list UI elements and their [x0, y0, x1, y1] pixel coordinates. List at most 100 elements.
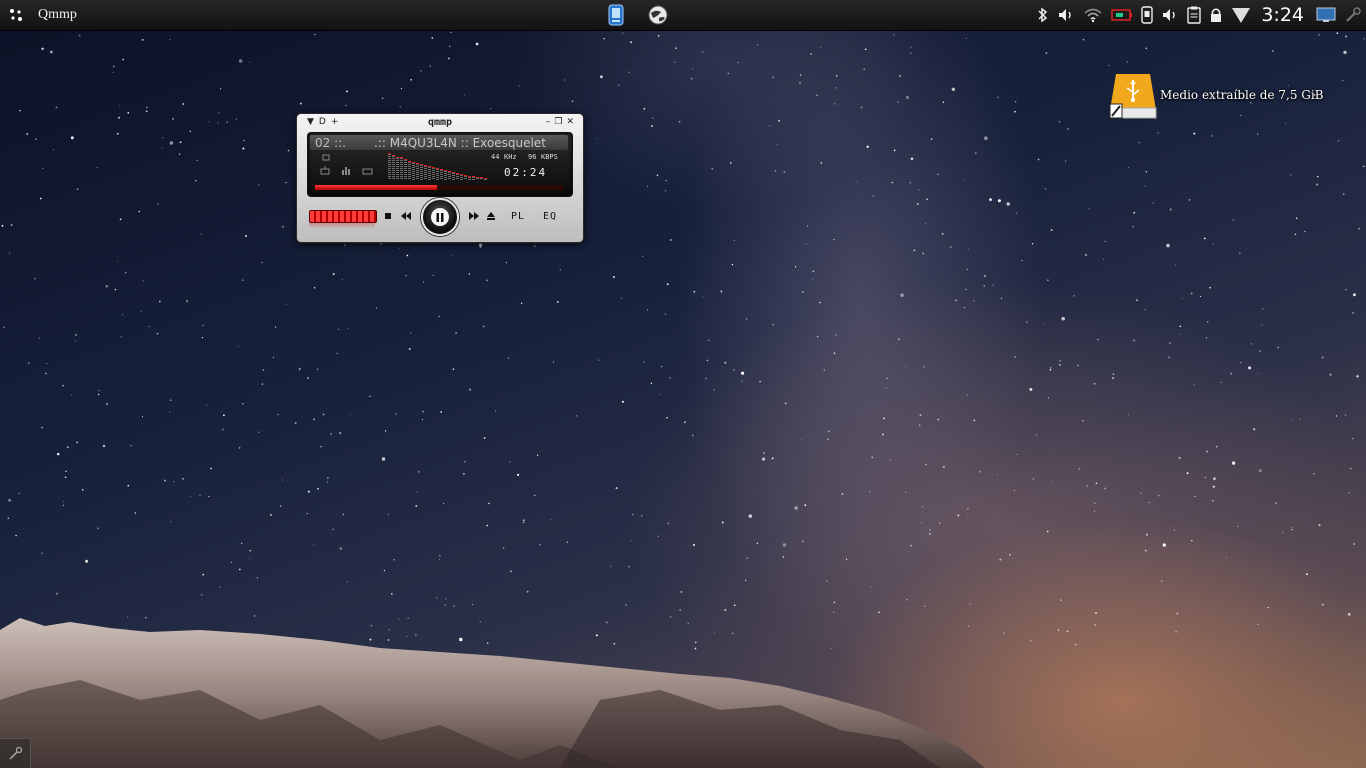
visualizer-bar-segment	[416, 170, 419, 171]
visualizer-bar-segment	[388, 176, 391, 177]
menu-launcher-icon[interactable]	[6, 5, 26, 25]
bottom-left-corner-button[interactable]	[0, 738, 31, 768]
visualizer-bar-segment	[408, 174, 411, 175]
bluetooth-icon[interactable]	[1033, 0, 1053, 30]
visualizer-bar-segment	[412, 173, 415, 174]
visualizer-bar-segment	[436, 175, 439, 176]
play-pause-button[interactable]	[421, 198, 459, 236]
usb-drive-desktop-icon[interactable]: Medio extraíble de 7,5 GiB	[1108, 70, 1338, 120]
visualizer-bar-segment	[440, 178, 443, 179]
visualizer-peak	[412, 162, 415, 163]
taskbar-icons	[604, 3, 670, 27]
visualizer-bar-segment	[436, 171, 439, 172]
visualizer-bar-segment	[396, 178, 399, 179]
visualizer-bar-segment	[392, 166, 395, 167]
qmmp-player-window[interactable]: ▼ D + qmmp – ❐ ✕ 02 ::. .:: M4QU3L4N :: …	[296, 113, 584, 243]
visualizer-bar-segment	[420, 177, 423, 178]
settings-wrench-icon[interactable]	[1340, 0, 1366, 30]
visualizer-bar-segment	[412, 171, 415, 172]
visualizer-bar-segment	[396, 162, 399, 163]
visualizer-bar-segment	[472, 177, 475, 178]
visualizer-bar-segment	[392, 158, 395, 159]
visualizer-bar-segment	[404, 164, 407, 165]
visualizer-bar-segment	[420, 173, 423, 174]
stop-button[interactable]	[383, 208, 393, 224]
minimize-icon[interactable]: –	[546, 117, 551, 127]
visualizer-bar-segment	[432, 176, 435, 177]
visualizer-bar-segment	[392, 172, 395, 173]
clipboard-icon[interactable]	[1183, 0, 1205, 30]
visualizer-peak	[480, 177, 483, 178]
visualizer-bar-segment	[412, 169, 415, 170]
visualizer-bar-segment	[424, 166, 427, 167]
visualizer-bar-segment	[388, 158, 391, 159]
visualizer-bar-segment	[416, 164, 419, 165]
visualizer-bar-segment	[392, 176, 395, 177]
previous-button[interactable]	[399, 208, 413, 224]
visualizer-bar-segment	[472, 179, 475, 180]
visualizer-bar-segment	[456, 178, 459, 179]
visualizer-bar-segment	[444, 171, 447, 172]
qmmp-titlebar[interactable]: ▼ D + qmmp – ❐ ✕	[297, 114, 583, 131]
clock[interactable]: 3:24	[1255, 4, 1312, 26]
network-signal-icon[interactable]	[1227, 0, 1255, 30]
visualizer-bar-segment	[428, 171, 431, 172]
samplerate-unit: KHz	[504, 153, 517, 161]
visualizer-bar-segment	[388, 160, 391, 161]
next-button[interactable]	[467, 208, 481, 224]
visualizer-bar-segment	[396, 168, 399, 169]
visualizer-bar-segment	[388, 174, 391, 175]
visualizer-bar-segment	[456, 174, 459, 175]
maximize-icon[interactable]: ❐	[554, 117, 562, 127]
visualizer-bar-segment	[388, 172, 391, 173]
visualizer-bar-segment	[424, 176, 427, 177]
visualizer-peak	[456, 173, 459, 174]
visualizer-bar-segment	[392, 178, 395, 179]
visualizer-bar-segment	[388, 154, 391, 155]
visualizer-bar-segment	[408, 172, 411, 173]
file-manager-icon[interactable]	[604, 3, 628, 27]
visualizer-bar-segment	[484, 179, 487, 180]
visualizer-bar-segment	[468, 177, 471, 178]
battery-icon[interactable]	[1107, 0, 1137, 30]
visualizer-bar-segment	[404, 176, 407, 177]
playlist-button[interactable]: PL	[511, 208, 525, 224]
visualizer-bar-segment	[396, 172, 399, 173]
visualizer-bar-segment	[420, 167, 423, 168]
desktop: Qmmp 3:24 Medio extraíble de 7,5 GiB ▼ D…	[0, 0, 1366, 768]
volume-icon[interactable]	[1053, 0, 1079, 30]
equalizer-button[interactable]: EQ	[543, 208, 557, 224]
close-icon[interactable]: ✕	[566, 117, 574, 127]
seek-bar[interactable]	[315, 185, 563, 190]
phone-icon[interactable]	[1137, 0, 1157, 30]
volume-reflection	[309, 223, 375, 229]
visualizer-bar-segment	[452, 173, 455, 174]
visualizer-bar-segment	[460, 177, 463, 178]
visualizer-bar-segment	[408, 162, 411, 163]
visualizer-peak	[424, 165, 427, 166]
visualizer-bar-segment	[452, 175, 455, 176]
visualizer-bar-segment	[404, 160, 407, 161]
visualizer-bar-segment	[428, 177, 431, 178]
active-app-title[interactable]: Qmmp	[38, 7, 77, 23]
volume-slider[interactable]	[309, 210, 377, 223]
visualizer-bar-segment	[404, 174, 407, 175]
visualizer-peak	[448, 171, 451, 172]
volume-icon[interactable]	[1157, 0, 1183, 30]
visualizer-bar-segment	[416, 166, 419, 167]
visualizer-bar-segment	[416, 178, 419, 179]
visualizer-peak	[428, 166, 431, 167]
visualizer-bar-segment	[404, 170, 407, 171]
visualizer-bar-segment	[424, 172, 427, 173]
visualizer-bar-segment	[404, 162, 407, 163]
browser-globe-icon[interactable]	[646, 3, 670, 27]
visualizer-peak	[472, 176, 475, 177]
track-marquee: 02 ::. .:: M4QU3L4N :: Exoesquelet	[310, 135, 568, 150]
eject-button[interactable]	[485, 208, 497, 224]
monitor-icon[interactable]	[1312, 0, 1340, 30]
lock-icon[interactable]	[1205, 0, 1227, 30]
visualizer-bar-segment	[420, 171, 423, 172]
visualizer-bar-segment	[432, 178, 435, 179]
visualizer-bar-segment	[396, 160, 399, 161]
wifi-icon[interactable]	[1079, 0, 1107, 30]
